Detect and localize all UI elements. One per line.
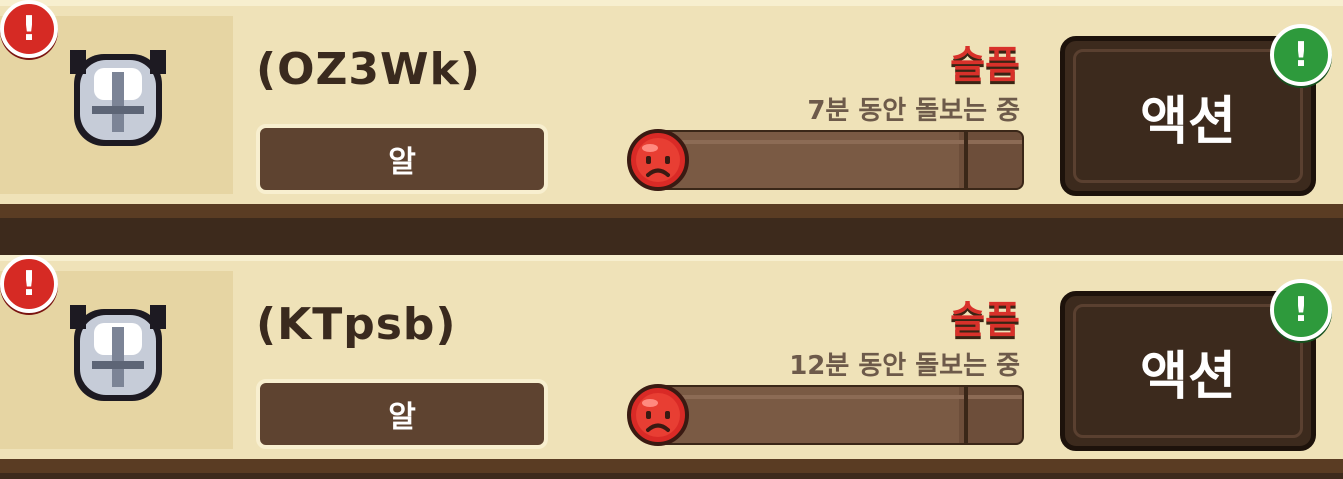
exclamation-icon: ! xyxy=(21,9,37,49)
pet-card: ! (OZ3Wk) 알 슬픔 7분 동안 돌보는 중 액션 ! xyxy=(0,0,1343,218)
pet-stage-pill: 알 xyxy=(256,379,548,449)
alert-badge: ! xyxy=(0,0,58,58)
action-badge: ! xyxy=(1270,279,1332,341)
mood-label: 슬픔 xyxy=(950,298,1020,342)
pet-stage-pill: 알 xyxy=(256,124,548,194)
pet-name: (KTpsb) xyxy=(256,299,457,350)
egg-icon xyxy=(70,305,166,401)
action-button-label: 액션 xyxy=(1140,91,1236,152)
egg-icon xyxy=(70,50,166,146)
sad-face-icon xyxy=(627,129,689,191)
pet-card: ! (KTpsb) 알 슬픔 12분 동안 돌보는 중 액션 ! xyxy=(0,255,1343,473)
mood-label: 슬픔 xyxy=(950,43,1020,87)
action-badge: ! xyxy=(1270,24,1332,86)
mood-bar xyxy=(652,385,1024,445)
exclamation-icon: ! xyxy=(21,264,37,304)
action-button-label: 액션 xyxy=(1140,346,1236,407)
alert-badge: ! xyxy=(0,255,58,313)
care-time-label: 7분 동안 돌보는 중 xyxy=(807,96,1020,126)
sad-face-icon xyxy=(627,384,689,446)
mood-bar xyxy=(652,130,1024,190)
care-time-label: 12분 동안 돌보는 중 xyxy=(789,351,1020,381)
pet-name: (OZ3Wk) xyxy=(256,44,481,95)
exclamation-icon: ! xyxy=(1293,35,1309,75)
exclamation-icon: ! xyxy=(1293,290,1309,330)
